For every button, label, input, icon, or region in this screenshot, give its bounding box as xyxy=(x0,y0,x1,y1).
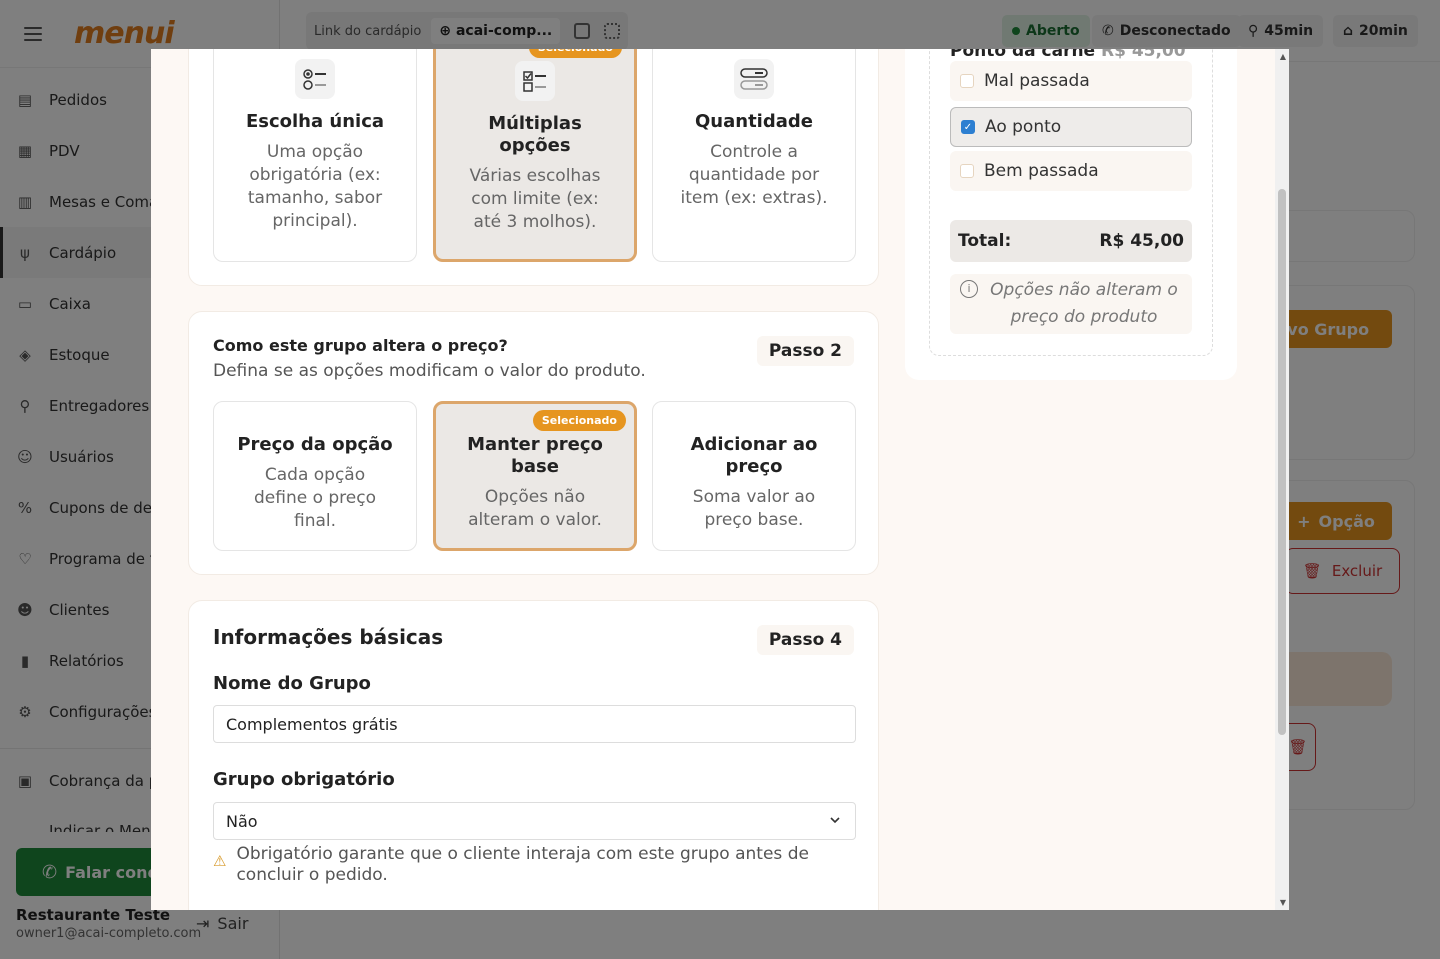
basic-info-title: Informações básicas xyxy=(213,625,444,649)
chevron-down-icon xyxy=(830,817,840,824)
required-group-label: Grupo obrigatório xyxy=(213,769,395,790)
option-title: Preço da opção xyxy=(237,434,393,455)
scroll-down-icon[interactable]: ▼ xyxy=(1280,898,1286,907)
selection-type-option-3[interactable]: Quantidade Controle a quantidade por item… xyxy=(652,49,856,262)
checkbox-icon xyxy=(960,74,974,88)
option-title: Escolha única xyxy=(245,111,385,132)
option-description: Soma valor ao preço base. xyxy=(692,487,816,530)
warning-icon: ⚠ xyxy=(213,852,227,870)
price-mode-option-1[interactable]: Preço da opção Cada opção define o preço … xyxy=(213,401,417,551)
group-name-input[interactable]: Complementos grátis xyxy=(213,705,856,743)
preview-total: Total: R$ 45,00 xyxy=(950,220,1192,262)
required-warning: ⚠ Obrigatório garante que o cliente inte… xyxy=(213,844,809,885)
scroll-thumb[interactable] xyxy=(1278,189,1286,735)
selected-badge: Selecionado xyxy=(528,49,622,58)
option-title: Quantidade xyxy=(695,111,813,132)
option-description: Várias escolhas com limite (ex: até 3 mo… xyxy=(469,166,601,232)
preview-option-label: Ao ponto xyxy=(985,117,1062,137)
selection-type-panel: Escolha única Uma opção obrigatória (ex: … xyxy=(188,49,879,286)
option-description: Uma opção obrigatória (ex: tamanho, sabo… xyxy=(247,142,383,231)
preview-box: Ponto da carne R$ 45,00 Mal passada ✓ Ao p… xyxy=(929,49,1213,356)
checkbox-icon xyxy=(960,164,974,178)
info-icon: i xyxy=(960,280,978,298)
selected-badge: Selecionado xyxy=(532,410,626,431)
checkbox-list-icon xyxy=(515,61,555,101)
price-mode-option-2[interactable]: Selecionado Manter preço base Opções não a… xyxy=(433,401,637,551)
radio-list-icon xyxy=(295,59,335,99)
selection-type-option-2[interactable]: Selecionado Múltiplas opções Várias escolh… xyxy=(433,49,637,262)
option-title: Manter preço base xyxy=(467,434,603,477)
selection-type-option-1[interactable]: Escolha única Uma opção obrigatória (ex: … xyxy=(213,49,417,262)
price-mode-subtitle: Defina se as opções modificam o valor do… xyxy=(213,361,646,381)
preview-option[interactable]: ✓ Ao ponto xyxy=(950,107,1192,147)
preview-option-label: Mal passada xyxy=(984,71,1090,91)
group-name-label: Nome do Grupo xyxy=(213,673,371,694)
step-label: Passo 2 xyxy=(756,336,854,366)
step-label: Passo 4 xyxy=(756,625,854,655)
preview-card: Ponto da carne R$ 45,00 Mal passada ✓ Ao p… xyxy=(905,49,1237,380)
option-title: Adicionar ao preço xyxy=(690,434,818,477)
preview-option-label: Bem passada xyxy=(984,161,1099,181)
preview-note: i Opções não alteram o preço do produto xyxy=(950,274,1192,334)
price-mode-option-3[interactable]: Adicionar ao preço Soma valor ao preço ba… xyxy=(652,401,856,551)
group-editor-modal: Escolha única Uma opção obrigatória (ex: … xyxy=(151,49,1289,910)
option-description: Cada opção define o preço final. xyxy=(253,465,376,531)
option-description: Controle a quantidade por item (ex: extr… xyxy=(680,142,828,208)
required-group-select[interactable]: Não xyxy=(213,802,856,840)
modal-scrollbar[interactable]: ▲ ▼ xyxy=(1275,49,1289,910)
preview-option[interactable]: Bem passada xyxy=(950,151,1192,191)
price-mode-panel: Como este grupo altera o preço? Defina s… xyxy=(188,311,879,575)
option-title: Múltiplas opções xyxy=(488,113,582,156)
price-mode-title: Como este grupo altera o preço? xyxy=(213,336,508,355)
option-description: Opções não alteram o valor. xyxy=(468,487,602,530)
basic-info-panel: Informações básicas Passo 4 Nome do Grup… xyxy=(188,600,879,910)
stepper-icon xyxy=(734,59,774,99)
checkbox-icon: ✓ xyxy=(961,120,975,134)
preview-option[interactable]: Mal passada xyxy=(950,61,1192,101)
scroll-up-icon[interactable]: ▲ xyxy=(1280,52,1286,61)
